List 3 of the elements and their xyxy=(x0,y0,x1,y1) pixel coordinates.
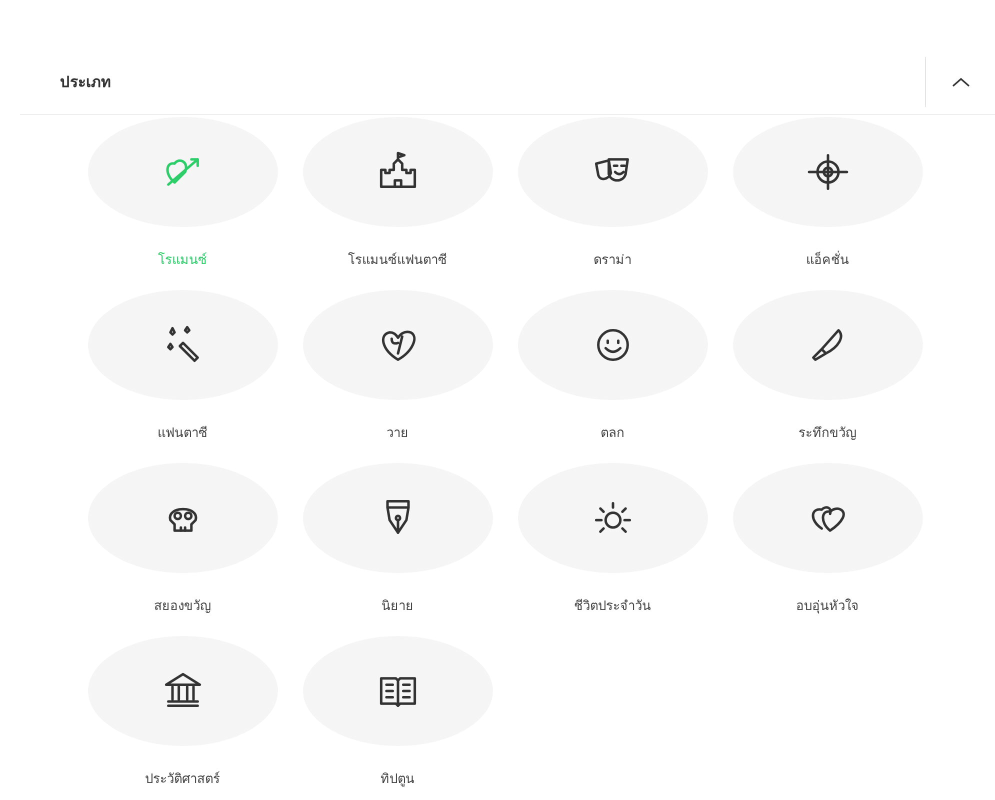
chevron-up-icon xyxy=(950,76,970,88)
section-title: ประเภท xyxy=(59,72,112,93)
target-icon xyxy=(806,151,848,193)
